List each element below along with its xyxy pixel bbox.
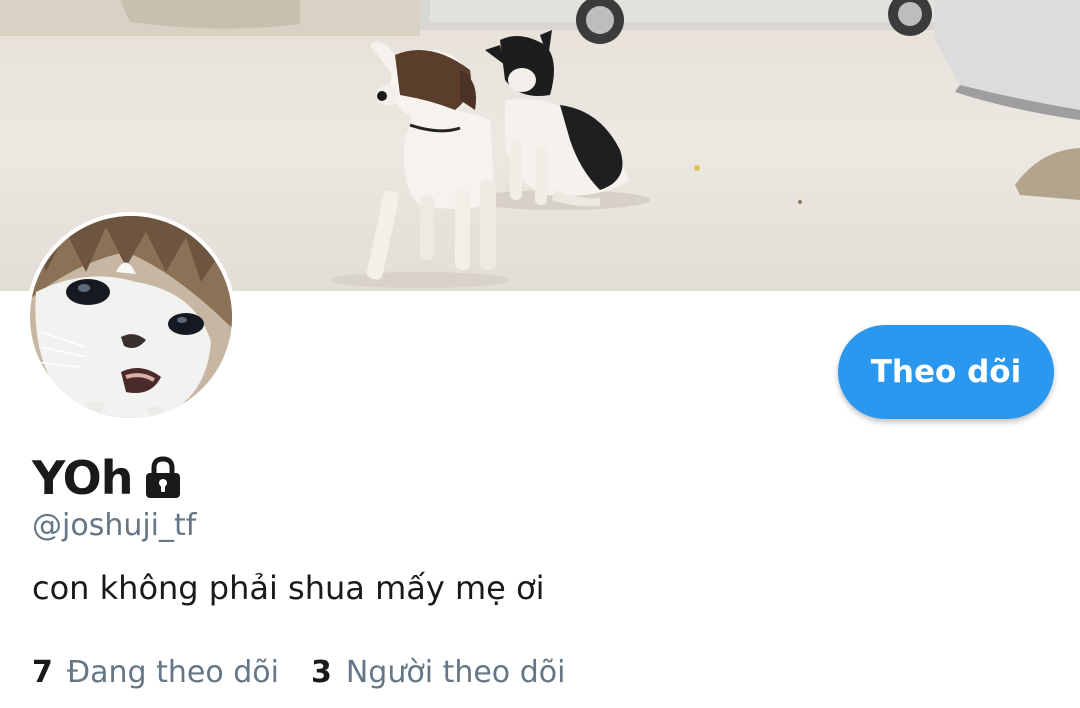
followers-label: Người theo dõi [345, 655, 566, 690]
following-label: Đang theo dõi [66, 655, 279, 690]
profile-page: Theo dõi YOh @joshuji_tf con không phải … [0, 0, 1080, 708]
profile-name-row: YOh [32, 448, 183, 508]
follow-button[interactable]: Theo dõi [838, 325, 1054, 419]
display-name: YOh [32, 451, 134, 505]
profile-handle: @joshuji_tf [32, 508, 197, 543]
following-count: 7 [32, 655, 53, 690]
avatar-image [26, 212, 236, 422]
following-stat[interactable]: 7 Đang theo dõi [32, 655, 279, 690]
followers-stat[interactable]: 3 Người theo dõi [311, 655, 565, 690]
lock-icon [143, 456, 183, 500]
profile-stats: 7 Đang theo dõi 3 Người theo dõi [32, 655, 565, 690]
profile-avatar[interactable] [26, 212, 236, 422]
profile-bio: con không phải shua mấy mẹ ơi [32, 569, 545, 607]
followers-count: 3 [310, 655, 332, 690]
